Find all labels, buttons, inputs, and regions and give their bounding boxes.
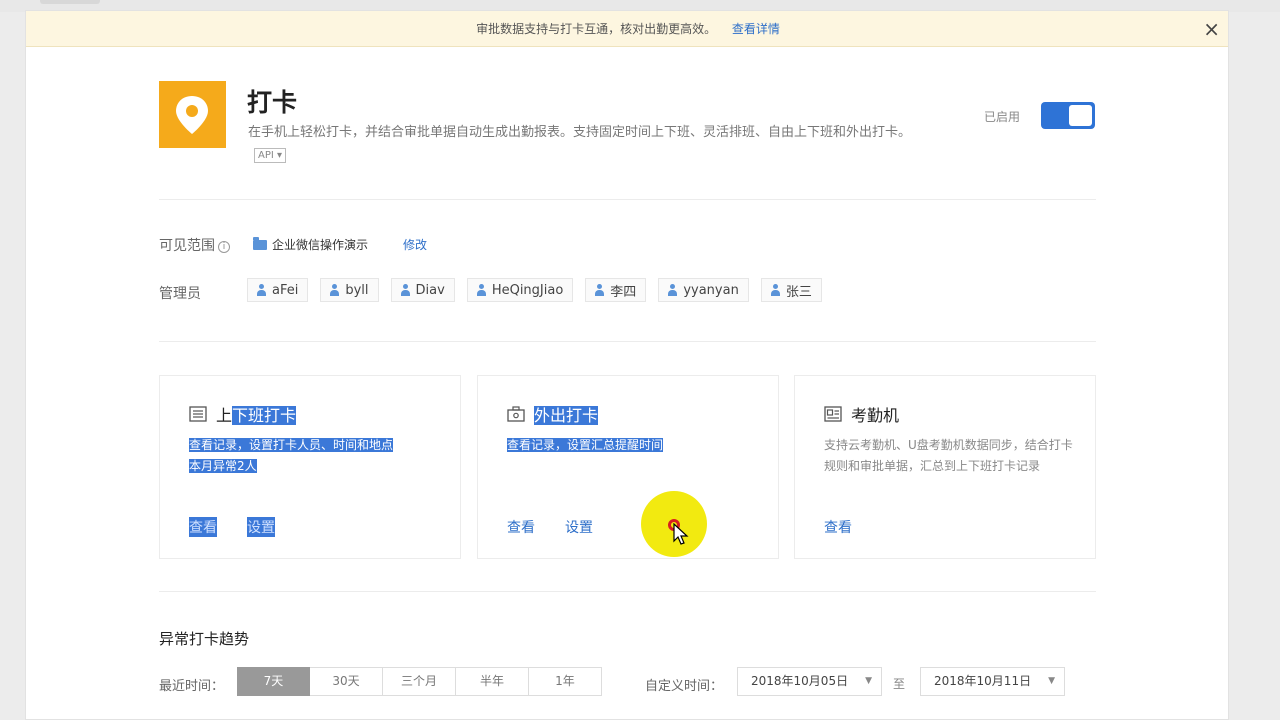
scope-label: 可见范围 i — [159, 235, 230, 255]
custom-time-label: 自定义时间： — [645, 679, 724, 694]
range-30d-button[interactable]: 30天 — [310, 667, 383, 696]
divider — [159, 341, 1096, 342]
chevron-down-icon: ▼ — [1048, 676, 1055, 686]
notice-bar: 审批数据支持与打卡互通，核对出勤更高效。 查看详情 × — [26, 11, 1228, 47]
attendance-machine-icon — [824, 406, 842, 422]
chevron-down-icon: ▼ — [865, 676, 872, 686]
card-attendance-machine: 考勤机 支持云考勤机、U盘考勤机数据同步，结合打卡规则和审批单据，汇总到上下班打… — [794, 375, 1096, 559]
card-description: 查看记录，设置打卡人员、时间和地点 本月异常2人 — [189, 435, 439, 477]
card-description: 查看记录，设置汇总提醒时间 — [507, 435, 757, 456]
card-title[interactable]: 考勤机 — [851, 402, 899, 426]
card-title[interactable]: 上下班打卡 — [216, 402, 297, 426]
enabled-status-label: 已启用 — [984, 110, 1021, 124]
person-icon — [770, 284, 780, 296]
location-pin-icon — [176, 96, 208, 134]
view-button[interactable]: 查看 — [824, 517, 852, 537]
admins-label: 管理员 — [159, 286, 201, 302]
range-3m-button[interactable]: 三个月 — [383, 667, 456, 696]
notice-details-link[interactable]: 查看详情 — [732, 22, 780, 36]
admin-chip[interactable]: yyanyan — [658, 278, 749, 302]
admin-name: yyanyan — [683, 282, 739, 298]
card-title-rest: 下班打卡 — [232, 406, 297, 425]
briefcase-icon — [507, 406, 525, 422]
view-button[interactable]: 查看 — [189, 517, 217, 537]
end-date-select[interactable]: 2018年10月11日 ▼ — [920, 667, 1065, 696]
admin-name: 张三 — [785, 284, 812, 300]
app-description-text: 在手机上轻松打卡，并结合审批单据自动生成出勤报表。支持固定时间上下班、灵活排班、… — [248, 125, 912, 140]
app-title: 打卡 — [247, 88, 298, 117]
start-date-select[interactable]: 2018年10月05日 ▼ — [737, 667, 882, 696]
toggle-knob — [1069, 105, 1092, 126]
to-label: 至 — [893, 677, 906, 691]
close-icon[interactable]: × — [1203, 11, 1220, 47]
person-icon — [476, 284, 486, 296]
person-icon — [668, 284, 678, 296]
person-icon — [330, 284, 340, 296]
admin-name: aFei — [272, 282, 299, 298]
range-6m-button[interactable]: 半年 — [456, 667, 529, 696]
scope-value: 企业微信操作演示 — [272, 238, 369, 252]
card-description: 支持云考勤机、U盘考勤机数据同步，结合打卡规则和审批单据，汇总到上下班打卡记录 — [824, 438, 1073, 473]
card-title[interactable]: 外出打卡 — [534, 402, 599, 426]
info-icon[interactable]: i — [218, 241, 230, 253]
admin-chip[interactable]: HeQingJiao — [466, 278, 574, 302]
settings-button[interactable]: 设置 — [565, 517, 593, 537]
scope-edit-link[interactable]: 修改 — [403, 236, 427, 253]
api-tag-label: API — [258, 150, 274, 161]
list-icon — [189, 406, 207, 422]
card-commute-checkin: 上下班打卡 查看记录，设置打卡人员、时间和地点 本月异常2人 查看 设置 — [159, 375, 461, 559]
admin-chip[interactable]: 张三 — [760, 278, 822, 302]
range-7d-button[interactable]: 7天 — [237, 667, 310, 696]
divider — [159, 199, 1096, 200]
card-actions: 查看 — [824, 517, 852, 537]
start-date-value: 2018年10月05日 — [751, 674, 849, 688]
admin-chip[interactable]: byll — [320, 278, 379, 302]
admin-chip[interactable]: aFei — [247, 278, 309, 302]
card-actions: 查看 设置 — [507, 517, 593, 537]
card-field-checkin: 外出打卡 查看记录，设置汇总提醒时间 查看 设置 — [477, 375, 779, 559]
scope-department: 企业微信操作演示 — [253, 236, 368, 253]
person-icon — [595, 284, 605, 296]
card-title-prefix: 上 — [216, 406, 233, 425]
abnormal-trend-title: 异常打卡趋势 — [159, 630, 250, 648]
app-description: 在手机上轻松打卡，并结合审批单据自动生成出勤报表。支持固定时间上下班、灵活排班、… — [248, 121, 928, 167]
folder-icon — [253, 237, 267, 250]
view-button[interactable]: 查看 — [507, 517, 535, 537]
browser-tab[interactable] — [40, 0, 100, 4]
enable-toggle[interactable] — [1041, 102, 1095, 129]
card-description-line: 查看记录，设置打卡人员、时间和地点 — [189, 438, 394, 452]
app-detail-page: 审批数据支持与打卡互通，核对出勤更高效。 查看详情 × 打卡 在手机上轻松打卡，… — [25, 10, 1229, 720]
settings-button[interactable]: 设置 — [247, 517, 275, 537]
card-title-text: 外出打卡 — [534, 406, 599, 425]
admin-name: byll — [345, 282, 369, 298]
admin-name: HeQingJiao — [491, 282, 564, 298]
recent-time-label: 最近时间： — [159, 679, 225, 694]
end-date-value: 2018年10月11日 — [934, 674, 1032, 688]
app-icon — [159, 81, 226, 148]
notice-text: 审批数据支持与打卡互通，核对出勤更高效。 — [476, 22, 717, 36]
card-description-line: 查看记录，设置汇总提醒时间 — [507, 438, 664, 452]
time-range-selector: 7天 30天 三个月 半年 1年 — [237, 667, 602, 696]
admin-list: aFei byll Diav HeQingJiao 李四 yyanyan 张三 — [247, 278, 822, 302]
range-1y-button[interactable]: 1年 — [529, 667, 602, 696]
admin-name: Diav — [415, 282, 445, 298]
admin-name: 李四 — [610, 284, 637, 300]
admin-chip[interactable]: 李四 — [585, 278, 647, 302]
person-icon — [257, 284, 266, 296]
scope-label-text: 可见范围 — [159, 238, 215, 254]
mouse-cursor-icon — [673, 523, 689, 545]
divider — [159, 591, 1096, 592]
card-abnormal-count: 本月异常2人 — [189, 459, 257, 473]
admin-chip[interactable]: Diav — [390, 278, 455, 302]
api-tag[interactable]: API ▾ — [254, 148, 287, 163]
person-icon — [400, 284, 410, 296]
card-actions: 查看 设置 — [189, 517, 275, 537]
